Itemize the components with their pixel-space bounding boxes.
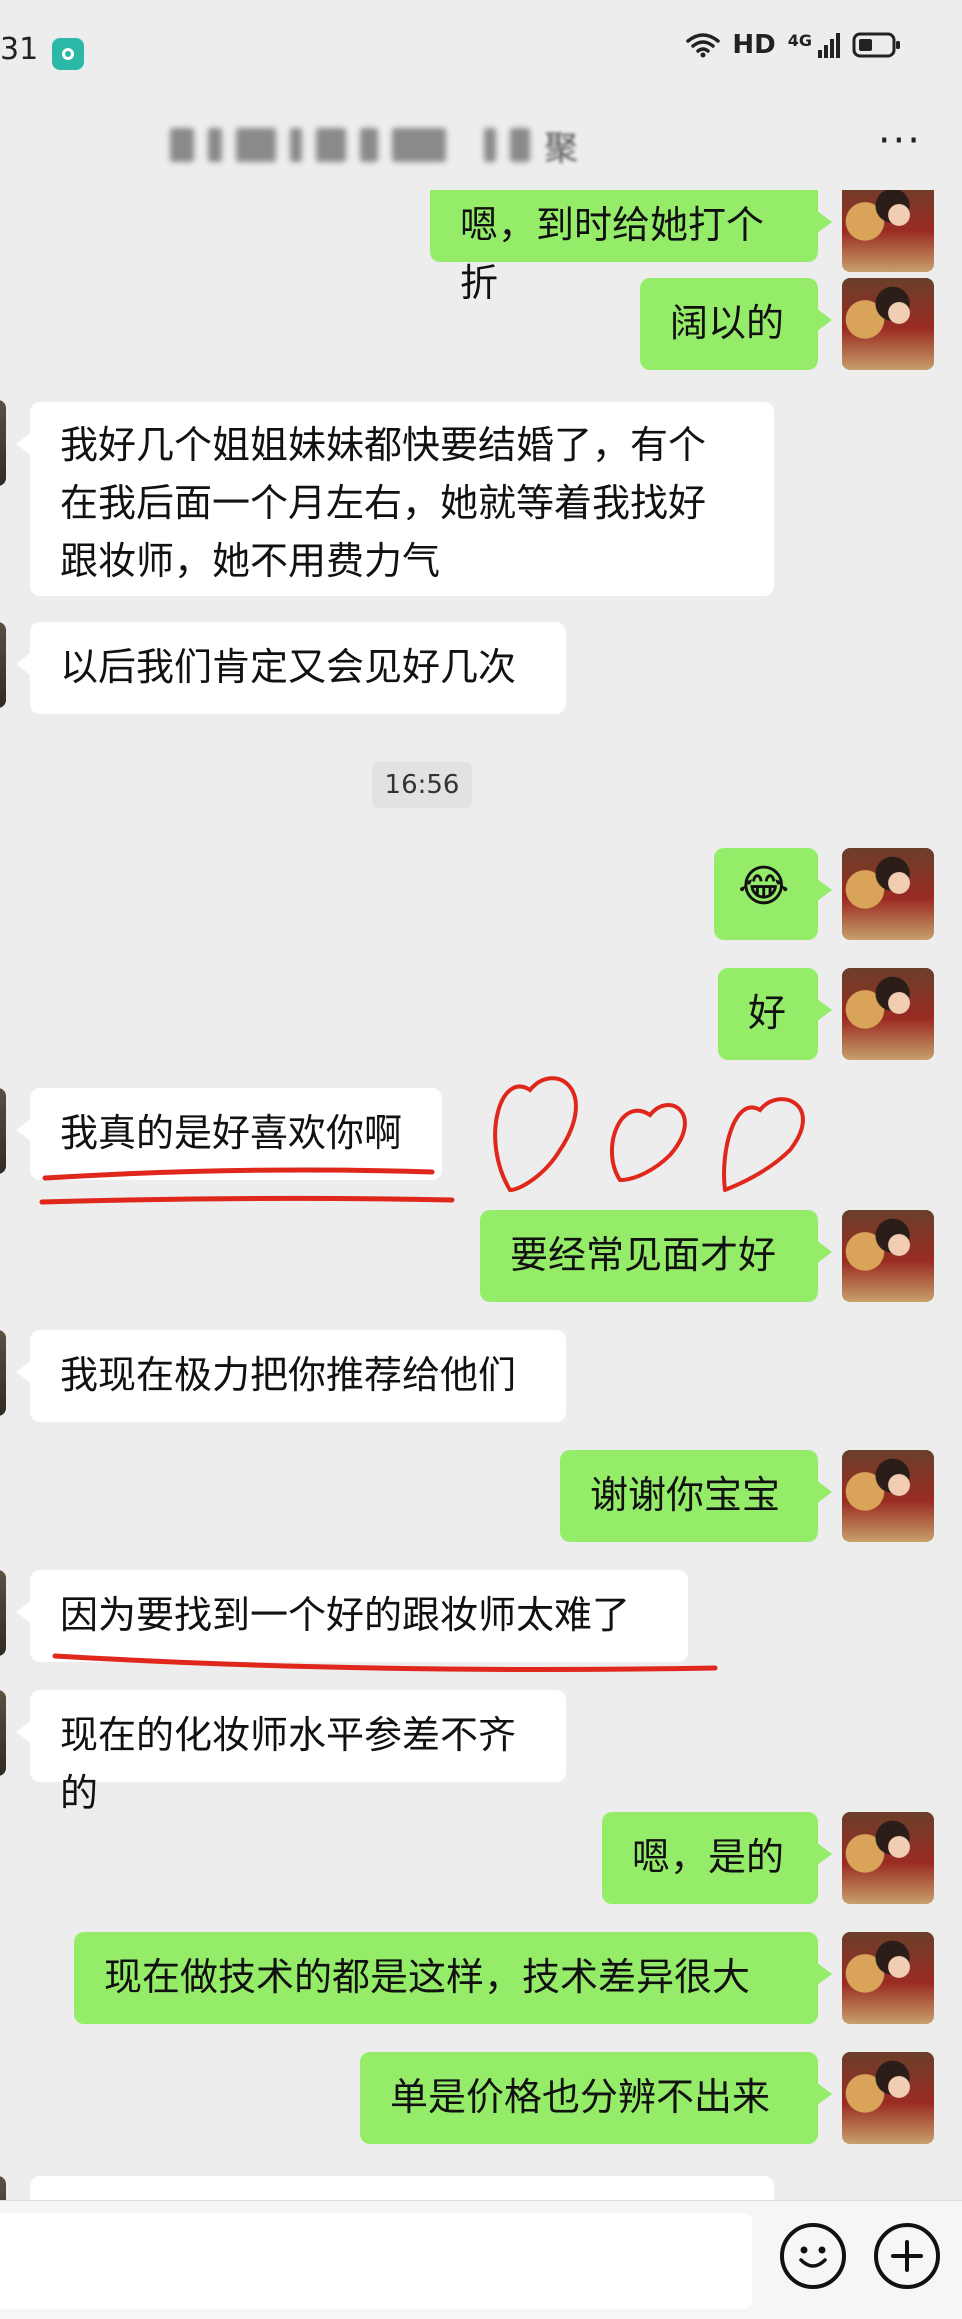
contact-avatar[interactable] xyxy=(0,622,6,708)
contact-avatar[interactable] xyxy=(0,2176,6,2200)
message-bubble[interactable]: 因为要找到一个好的跟妆师太难了 xyxy=(16,1570,688,1662)
more-options-button[interactable]: ··· xyxy=(878,118,922,164)
contact-name[interactable]: 聚 xyxy=(170,120,730,170)
message-bubble[interactable]: 😂 xyxy=(714,848,832,940)
message-input[interactable] xyxy=(0,2213,752,2309)
heart-doodle xyxy=(722,1097,805,1192)
message-bubble[interactable]: 要经常见面才好 xyxy=(480,1210,832,1302)
message-bubble[interactable]: 现在做技术的都是这样，技术差异很大 xyxy=(74,1932,832,2024)
my-avatar[interactable] xyxy=(842,1812,934,1904)
my-avatar[interactable] xyxy=(842,190,934,272)
my-avatar[interactable] xyxy=(842,1932,934,2024)
message-bubble[interactable]: 嗯，到时给她打个折 xyxy=(430,190,832,305)
cellular-type: 4G xyxy=(787,30,812,50)
my-avatar[interactable] xyxy=(842,848,934,940)
message-bubble[interactable]: 我好几个姐姐妹妹都快要结婚了，有个 在我后面一个月左右，她就等着我找好 跟妆师，… xyxy=(16,402,774,596)
emoji-button[interactable] xyxy=(780,2223,846,2289)
more-functions-button[interactable] xyxy=(874,2223,940,2289)
message-bubble[interactable]: 我现在极力把你推荐给他们 xyxy=(16,1330,566,1422)
message-bubble[interactable]: 单是价格也分辨不出来 xyxy=(360,2052,832,2144)
contact-name-visible: 聚 xyxy=(544,128,578,169)
status-time: 31 xyxy=(0,32,39,67)
wifi-icon xyxy=(686,33,721,58)
my-avatar[interactable] xyxy=(842,968,934,1060)
contact-avatar[interactable] xyxy=(0,1088,6,1174)
message-bubble[interactable]: 阔以的 xyxy=(640,278,832,370)
plus-icon xyxy=(891,2240,923,2272)
message-bubble[interactable]: 我真的是好喜欢你啊 xyxy=(16,1088,442,1180)
message-bubble[interactable]: 好 xyxy=(718,968,832,1060)
my-avatar[interactable] xyxy=(842,1210,934,1302)
contact-avatar[interactable] xyxy=(0,1690,6,1776)
message-bubble[interactable] xyxy=(30,2176,774,2200)
my-avatar[interactable] xyxy=(842,2052,934,2144)
my-avatar[interactable] xyxy=(842,278,934,370)
message-bubble[interactable]: 谢谢你宝宝 xyxy=(560,1450,832,1542)
heart-doodle xyxy=(493,1076,578,1192)
battery-icon xyxy=(852,32,900,58)
contact-avatar[interactable] xyxy=(0,1570,6,1656)
status-bar: 31 HD 4G xyxy=(0,0,962,110)
message-bubble[interactable]: 现在的化妆师水平参差不齐的 xyxy=(16,1690,566,1815)
signal-icon xyxy=(818,33,840,58)
contact-avatar[interactable] xyxy=(0,400,6,486)
smile-icon xyxy=(799,2246,827,2268)
app-notification-icon xyxy=(52,38,84,70)
heart-doodle xyxy=(610,1103,687,1182)
input-bar xyxy=(0,2200,962,2319)
message-bubble[interactable]: 以后我们肯定又会见好几次 xyxy=(16,622,566,714)
hd-indicator: HD xyxy=(732,30,776,60)
my-avatar[interactable] xyxy=(842,1450,934,1542)
underline-doodle xyxy=(39,1195,455,1205)
contact-avatar[interactable] xyxy=(0,1330,6,1416)
message-bubble[interactable]: 嗯，是的 xyxy=(602,1812,832,1904)
chat-message-list[interactable]: 嗯，到时给她打个折 阔以的 我好几个姐姐妹妹都快要结婚了，有个 在我后面一个月左… xyxy=(0,190,962,2200)
chat-timestamp: 16:56 xyxy=(372,762,472,808)
